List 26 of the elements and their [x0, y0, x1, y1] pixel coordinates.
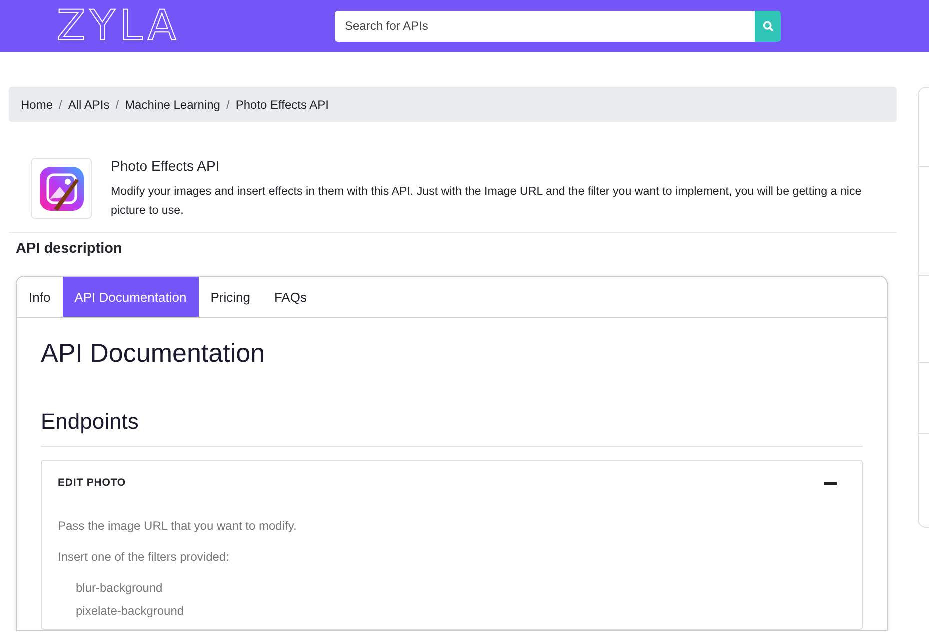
breadcrumb-link[interactable]: Home [21, 98, 54, 112]
api-description: Modify your images and insert effects in them with this API. Just with the Image URL and the filter you want to implement, you will be getting a nice picture to use. [111, 184, 863, 219]
section-title: API description [16, 241, 124, 257]
breadcrumb-link[interactable]: Machine Learning [125, 98, 220, 112]
tab[interactable]: API Documentation [62, 277, 199, 317]
endpoint-text: Pass the image URL that you want to modify. [58, 519, 298, 533]
minus-icon [824, 482, 837, 484]
tab[interactable]: Pricing [198, 277, 262, 317]
breadcrumb-link[interactable]: All APIs [68, 98, 110, 112]
filter-name: pixelate-background [76, 604, 186, 618]
section-heading: Endpoints [41, 409, 863, 447]
tab[interactable]: FAQs [262, 277, 319, 317]
breadcrumb-separator: / [116, 98, 120, 112]
page-heading: API Documentation [41, 338, 266, 369]
breadcrumb-link[interactable]: Photo Effects API [236, 98, 329, 112]
filter-name: blur-background [76, 581, 164, 595]
breadcrumb-separator: / [226, 98, 230, 112]
logo[interactable]: ZYLA [57, 0, 335, 52]
endpoint-text: Insert one of the filters provided: [58, 550, 230, 564]
endpoint-title: EDIT PHOTO [58, 477, 126, 489]
search-icon [762, 20, 774, 32]
tab[interactable]: Info [17, 277, 63, 317]
breadcrumb-separator: / [59, 98, 62, 112]
search-button[interactable] [755, 10, 781, 42]
photo-brush-icon [38, 164, 86, 212]
api-title: Photo Effects API [111, 158, 221, 174]
